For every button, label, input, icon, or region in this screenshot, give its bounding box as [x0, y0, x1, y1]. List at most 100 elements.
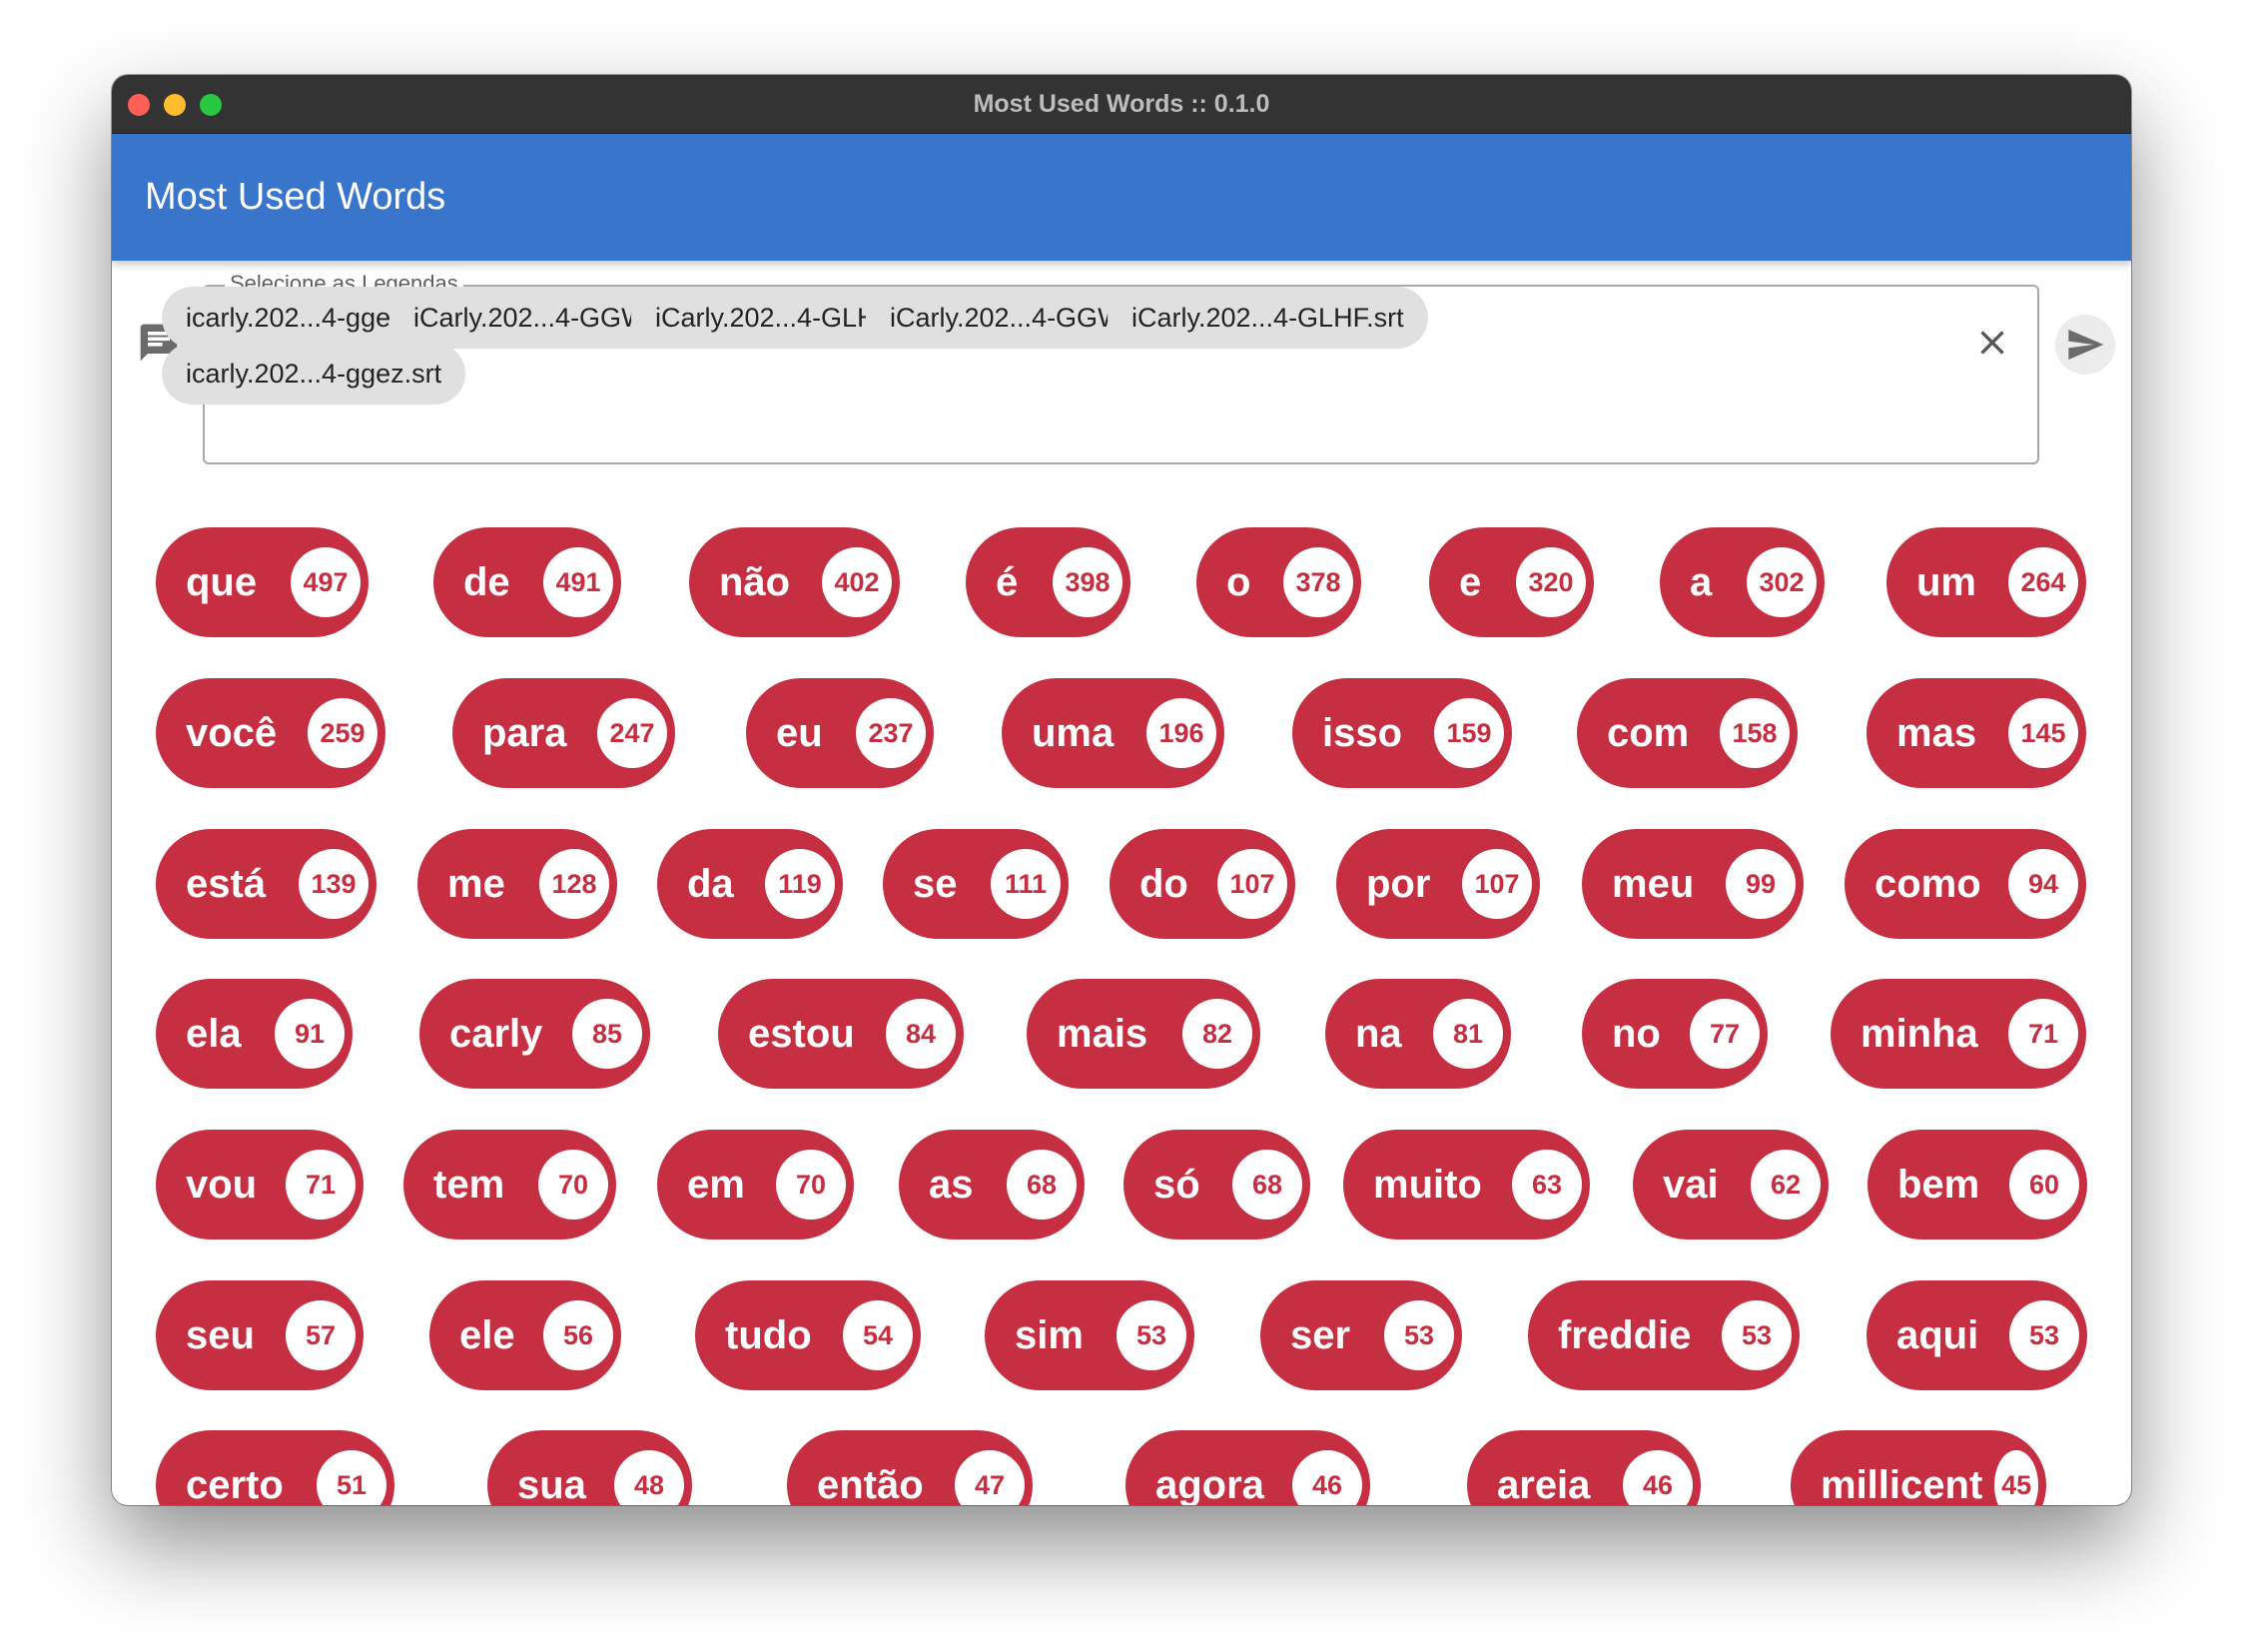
word-count-badge: 70 [538, 1150, 608, 1220]
word-count-badge: 54 [843, 1300, 913, 1370]
word-count-badge: 491 [543, 547, 613, 617]
word-chip: na 81 [1325, 979, 1511, 1089]
word-count-badge: 77 [1690, 999, 1760, 1069]
word-count-badge: 62 [1751, 1150, 1821, 1220]
word-chip: que 497 [156, 527, 369, 637]
word-chip: como 94 [1845, 829, 2086, 939]
word-chip: é 398 [966, 527, 1130, 637]
word-count-badge: 60 [2009, 1150, 2079, 1220]
word-chip: aqui 53 [1867, 1280, 2087, 1390]
word-chip: certo 51 [156, 1430, 394, 1505]
word-chip: millicent 45 [1791, 1430, 2046, 1505]
word-chip: carly 85 [419, 979, 650, 1089]
word-chip: mas 145 [1867, 678, 2086, 788]
word-label: está [186, 861, 267, 906]
word-chip: seu 57 [156, 1280, 364, 1390]
word-label: minha [1861, 1011, 1978, 1056]
word-chip: e 320 [1429, 527, 1594, 637]
word-label: ela [186, 1011, 242, 1056]
word-chip: o 378 [1196, 527, 1361, 637]
word-label: bem [1897, 1162, 1980, 1207]
word-count-badge: 82 [1182, 999, 1252, 1069]
word-chip: só 68 [1123, 1130, 1310, 1239]
word-label: sua [517, 1462, 586, 1506]
close-icon[interactable] [1972, 323, 2012, 363]
word-label: agora [1155, 1462, 1264, 1506]
word-count-badge: 402 [822, 547, 892, 617]
word-chip: não 402 [689, 527, 900, 637]
word-label: que [186, 559, 258, 604]
word-count-badge: 68 [1232, 1150, 1302, 1220]
word-count-badge: 57 [286, 1300, 356, 1370]
word-label: na [1355, 1011, 1402, 1056]
word-label: ele [459, 1312, 515, 1357]
word-label: freddie [1558, 1312, 1692, 1357]
word-label: a [1690, 559, 1713, 604]
word-label: aqui [1896, 1312, 1979, 1357]
word-cloud: que 497 de 491 não 402 é 398 o 378 e 320 a 302 um 264 vo… [112, 464, 2131, 1505]
word-chip: ser 53 [1260, 1280, 1462, 1390]
word-count-badge: 302 [1747, 547, 1817, 617]
word-label: você [186, 710, 278, 755]
word-label: areia [1497, 1462, 1591, 1506]
word-label: as [929, 1162, 974, 1207]
word-label: sim [1015, 1312, 1084, 1357]
word-chip: as 68 [899, 1130, 1085, 1239]
word-count-badge: 378 [1283, 547, 1353, 617]
word-chip: da 119 [657, 829, 843, 939]
word-count-badge: 196 [1146, 698, 1216, 768]
word-count-badge: 53 [2009, 1300, 2079, 1370]
word-chip: agora 46 [1125, 1430, 1370, 1505]
word-label: do [1139, 861, 1188, 906]
word-count-badge: 145 [2008, 698, 2078, 768]
window-title: Most Used Words :: 0.1.0 [973, 90, 1270, 118]
word-chip: está 139 [156, 829, 376, 939]
word-chip: tudo 54 [695, 1280, 921, 1390]
word-chip: vai 62 [1633, 1130, 1829, 1239]
send-button[interactable] [2055, 315, 2115, 375]
word-label: e [1459, 559, 1482, 604]
title-bar: Most Used Words :: 0.1.0 [112, 75, 2131, 134]
word-chip: areia 46 [1467, 1430, 1701, 1505]
word-count-badge: 53 [1722, 1300, 1792, 1370]
word-count-badge: 70 [776, 1150, 846, 1220]
word-count-badge: 53 [1117, 1300, 1186, 1370]
word-count-badge: 47 [955, 1450, 1025, 1505]
word-count-badge: 85 [572, 999, 642, 1069]
word-count-badge: 99 [1726, 849, 1796, 919]
word-count-badge: 264 [2008, 547, 2078, 617]
word-count-badge: 111 [991, 849, 1061, 919]
word-chip: você 259 [156, 678, 385, 788]
word-label: no [1612, 1011, 1661, 1056]
word-chip: com 158 [1577, 678, 1798, 788]
word-count-badge: 53 [1384, 1300, 1454, 1370]
word-label: certo [186, 1462, 284, 1506]
word-chip: se 111 [883, 829, 1069, 939]
word-count-badge: 46 [1623, 1450, 1693, 1505]
file-chip[interactable]: icarly.202...4-ggez.srt [162, 343, 466, 405]
word-count-badge: 56 [543, 1300, 613, 1370]
word-label: tem [433, 1162, 505, 1207]
word-chip: eu 237 [746, 678, 934, 788]
app-bar-title: Most Used Words [145, 176, 446, 218]
word-label: millicent [1821, 1462, 1983, 1506]
word-chip: tem 70 [403, 1130, 616, 1239]
word-count-badge: 119 [765, 849, 835, 919]
file-chip[interactable]: iCarly.202...4-GLHF.srt [1108, 287, 1428, 349]
word-count-badge: 398 [1053, 547, 1122, 617]
word-label: seu [186, 1312, 255, 1357]
word-label: eu [776, 710, 823, 755]
word-count-badge: 51 [317, 1450, 386, 1505]
word-count-badge: 159 [1434, 698, 1504, 768]
word-chip: a 302 [1660, 527, 1825, 637]
word-count-badge: 71 [286, 1150, 356, 1220]
word-label: o [1226, 559, 1251, 604]
word-label: isso [1322, 710, 1403, 755]
word-count-badge: 158 [1720, 698, 1790, 768]
word-label: um [1916, 559, 1976, 604]
word-count-badge: 94 [2008, 849, 2078, 919]
word-chip: para 247 [452, 678, 675, 788]
word-chip: do 107 [1110, 829, 1295, 939]
word-chip: freddie 53 [1528, 1280, 1800, 1390]
word-label: me [447, 861, 505, 906]
